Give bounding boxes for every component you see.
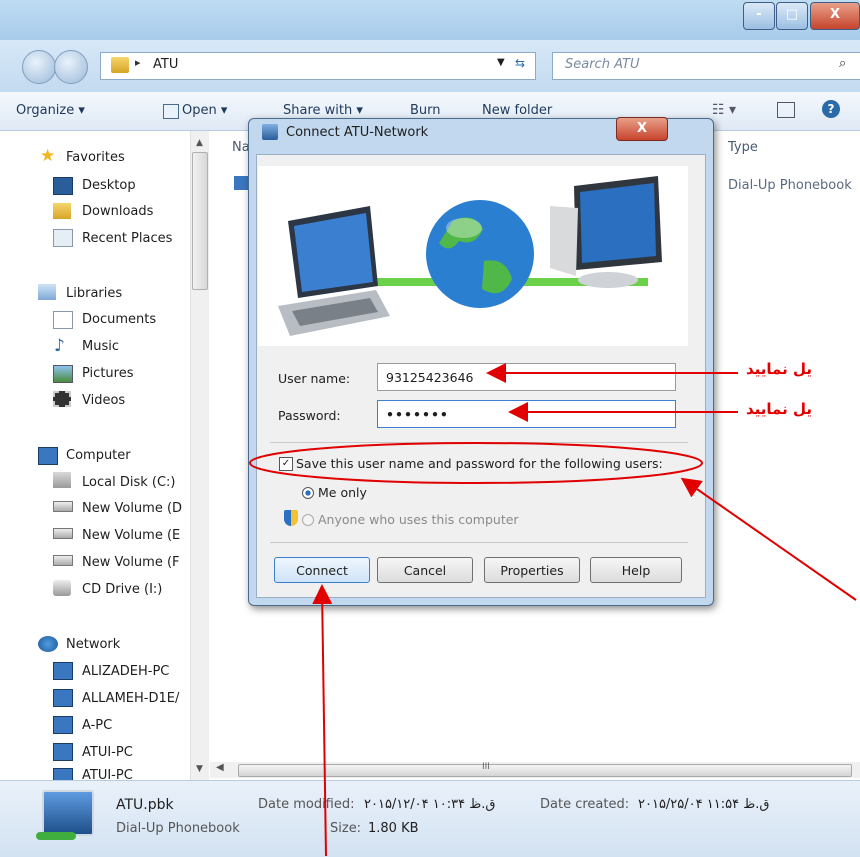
annotation-arrow-connect: [312, 584, 333, 856]
annotation-text-username-clip: یل نمایید: [746, 360, 860, 384]
annotation-text-password-clip: یل نمایید: [746, 400, 860, 424]
annotation-text-password: یل نمایید: [746, 400, 812, 418]
annotation-arrow-save: [680, 477, 857, 601]
annotation-ellipse-save: [249, 442, 703, 484]
annotation-overlay: [249, 363, 857, 856]
annotation-text-username: یل نمایید: [746, 360, 812, 378]
